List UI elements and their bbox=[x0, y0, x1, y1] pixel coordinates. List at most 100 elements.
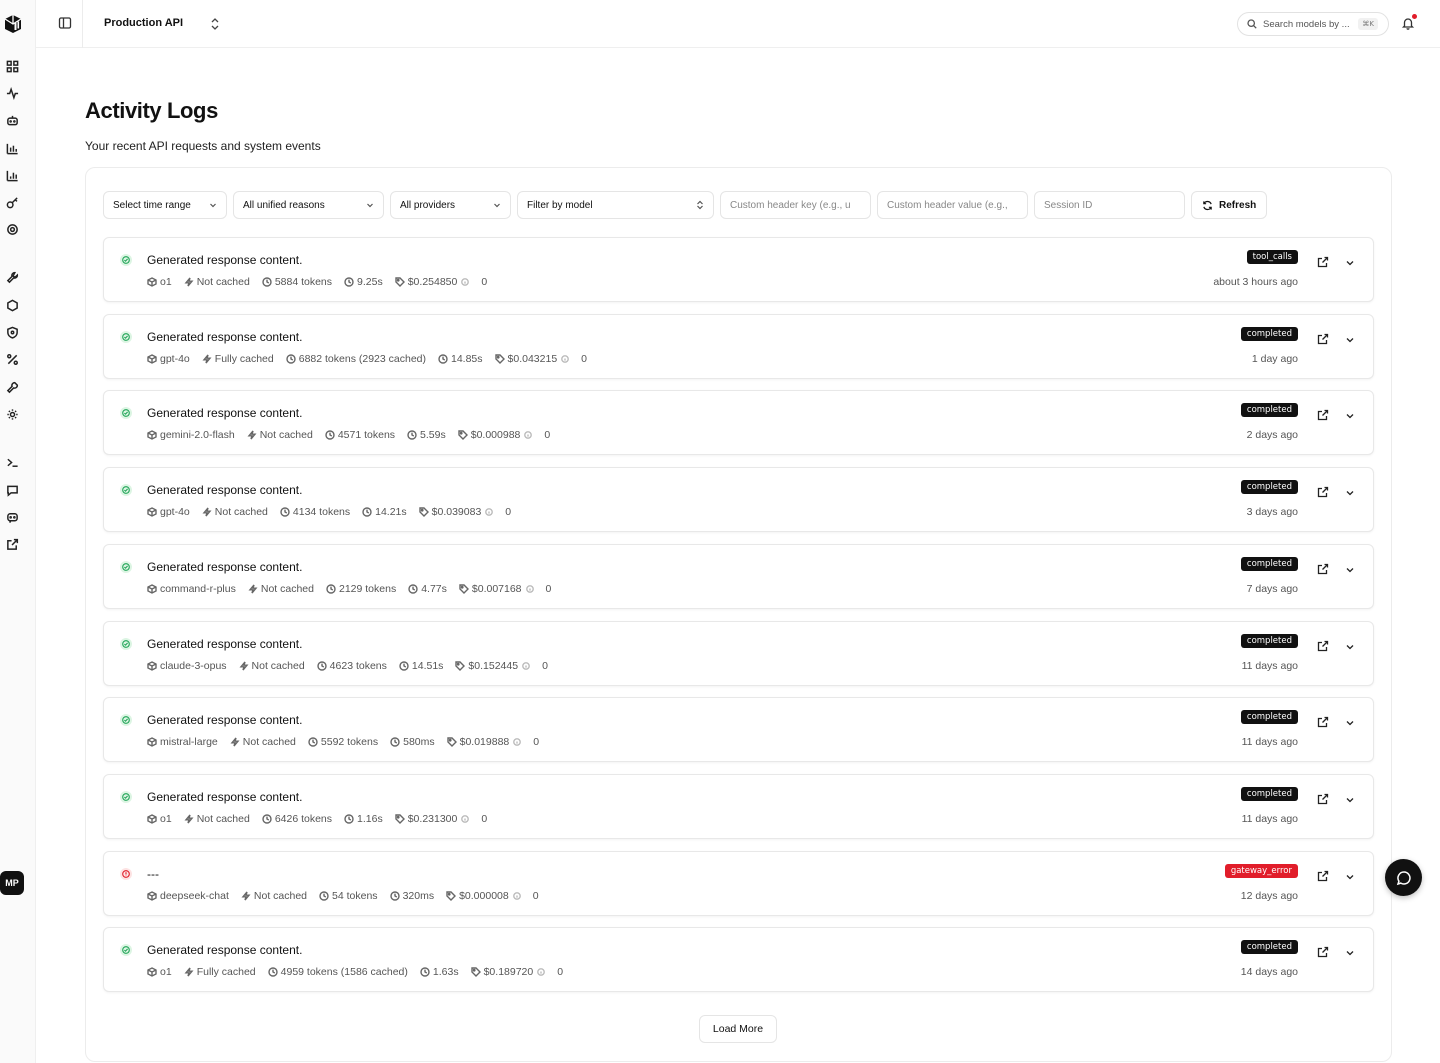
chat-button[interactable] bbox=[1385, 859, 1422, 896]
sidebar-item-chart[interactable] bbox=[5, 168, 19, 182]
chevron-down-icon[interactable] bbox=[1345, 718, 1355, 728]
chevron-down-icon[interactable] bbox=[1345, 642, 1355, 652]
token-count: 2129 tokens bbox=[338, 582, 397, 595]
sidebar-item-settings[interactable] bbox=[5, 222, 19, 236]
chevron-down-icon[interactable] bbox=[1345, 411, 1355, 421]
external-link-icon[interactable] bbox=[1317, 563, 1329, 575]
external-link-icon[interactable] bbox=[1317, 409, 1329, 421]
log-entry[interactable]: Generated response content. o1 Not cached 5… bbox=[103, 237, 1374, 302]
sidebar-item-wrench[interactable] bbox=[5, 270, 19, 284]
external-link-icon[interactable] bbox=[1317, 946, 1329, 958]
sidebar-item-dashboard[interactable] bbox=[5, 59, 19, 73]
cache-status: Fully cached bbox=[214, 352, 274, 365]
avatar[interactable]: MP bbox=[0, 871, 24, 895]
info-icon[interactable] bbox=[524, 431, 533, 440]
time-range-select[interactable]: Select time range bbox=[103, 191, 227, 219]
sidebar-item-bar-chart[interactable] bbox=[5, 141, 19, 155]
chevron-down-icon[interactable] bbox=[1345, 795, 1355, 805]
unified-reasons-select[interactable]: All unified reasons bbox=[233, 191, 384, 219]
chevron-down-icon[interactable] bbox=[1345, 565, 1355, 575]
chevron-down-icon[interactable] bbox=[1345, 335, 1355, 345]
bolt-icon bbox=[202, 354, 212, 364]
sidebar-item-external-link[interactable] bbox=[5, 537, 19, 551]
log-entry[interactable]: Generated response content. o1 Not cached 6… bbox=[103, 773, 1374, 839]
info-icon[interactable] bbox=[485, 508, 494, 516]
providers-select[interactable]: All providers bbox=[390, 191, 511, 219]
sidebar-item-message[interactable] bbox=[5, 483, 19, 497]
external-link-icon[interactable] bbox=[1317, 870, 1329, 882]
log-extra-count: 0 bbox=[545, 582, 552, 595]
sidebar-item-bot[interactable] bbox=[5, 113, 19, 127]
duration: 1.63s bbox=[432, 966, 459, 979]
alert-circle-icon bbox=[122, 869, 130, 878]
session-id-input[interactable]: Session ID bbox=[1034, 191, 1185, 219]
external-link-icon[interactable] bbox=[1317, 333, 1329, 345]
log-title: Generated response content. bbox=[147, 253, 303, 267]
page-subtitle: Your recent API requests and system even… bbox=[85, 139, 321, 153]
log-extra-count: 0 bbox=[542, 659, 548, 672]
check-circle-icon bbox=[122, 946, 130, 955]
chevron-down-icon[interactable] bbox=[1345, 488, 1355, 498]
info-icon[interactable] bbox=[525, 584, 534, 593]
log-entry[interactable]: Generated response content. gpt-4o Not cac… bbox=[103, 467, 1374, 533]
model-label: Filter by model bbox=[527, 199, 593, 211]
duration: 1.16s bbox=[357, 812, 383, 825]
sidebar-item-terminal[interactable] bbox=[5, 455, 19, 469]
search-input[interactable]: Search models by ... ⌘K bbox=[1237, 12, 1389, 36]
log-entry[interactable]: Generated response content. o1 Fully cache… bbox=[103, 927, 1374, 993]
header-key-input[interactable]: Custom header key (e.g., u bbox=[720, 191, 871, 219]
load-more-button[interactable]: Load More bbox=[699, 1015, 777, 1043]
external-link-icon[interactable] bbox=[1317, 793, 1329, 805]
log-entry[interactable]: Generated response content. claude-3-opus… bbox=[103, 620, 1374, 686]
external-link-icon[interactable] bbox=[1317, 640, 1329, 652]
model-name: gpt-4o bbox=[160, 506, 190, 519]
chevron-down-icon[interactable] bbox=[1345, 948, 1355, 958]
sidebar-item-percent[interactable] bbox=[5, 352, 19, 366]
sidebar-item-hexagon[interactable] bbox=[5, 298, 19, 312]
external-link-icon[interactable] bbox=[1317, 716, 1329, 728]
log-entry[interactable]: Generated response content. gemini-2.0-fl… bbox=[103, 390, 1374, 456]
bolt-icon bbox=[184, 967, 194, 977]
log-cost: $0.000008 bbox=[446, 890, 521, 902]
chevron-up-down-icon[interactable] bbox=[210, 17, 220, 31]
info-icon[interactable] bbox=[512, 891, 521, 900]
external-link-icon[interactable] bbox=[1317, 486, 1329, 498]
timer-icon bbox=[438, 353, 448, 364]
sidebar-item-tool[interactable] bbox=[5, 380, 19, 394]
sidebar-item-cog[interactable] bbox=[5, 407, 19, 421]
cache-status: Not cached bbox=[196, 276, 250, 288]
sidebar-item-activity[interactable] bbox=[5, 86, 19, 100]
log-duration: 1.63s bbox=[420, 966, 459, 978]
external-link-icon[interactable] bbox=[1317, 256, 1329, 268]
sidebar-item-chat-bot[interactable] bbox=[5, 510, 19, 524]
duration: 14.51s bbox=[411, 659, 444, 672]
chevron-down-icon[interactable] bbox=[1345, 872, 1355, 882]
cube-logo-icon[interactable] bbox=[4, 14, 22, 34]
log-entry[interactable]: --- deepseek-chat Not cached 54 tokens 320ms… bbox=[103, 850, 1374, 916]
log-entry[interactable]: Generated response content. gpt-4o Fully c… bbox=[103, 313, 1374, 379]
sidebar-toggle-icon[interactable] bbox=[58, 16, 72, 30]
info-icon[interactable] bbox=[461, 278, 470, 286]
info-icon[interactable] bbox=[561, 354, 570, 363]
header-value-input[interactable]: Custom header value (e.g., bbox=[877, 191, 1028, 219]
log-cache: Not cached bbox=[184, 813, 250, 825]
chevron-down-icon[interactable] bbox=[1345, 258, 1355, 268]
log-duration: 580ms bbox=[390, 736, 435, 748]
info-icon[interactable] bbox=[537, 968, 546, 977]
cache-status: Not cached bbox=[242, 736, 296, 749]
project-selector[interactable]: Production API bbox=[104, 17, 183, 29]
providers-label: All providers bbox=[400, 199, 456, 211]
model-select[interactable]: Filter by model bbox=[517, 191, 714, 219]
sidebar-item-key[interactable] bbox=[5, 195, 19, 209]
timer-icon bbox=[420, 967, 430, 977]
info-icon[interactable] bbox=[461, 814, 470, 823]
info-icon[interactable] bbox=[513, 738, 522, 747]
log-title: Generated response content. bbox=[147, 559, 303, 574]
log-entry[interactable]: Generated response content. mistral-large… bbox=[103, 697, 1374, 763]
log-entry[interactable]: Generated response content. command-r-plu… bbox=[103, 543, 1374, 609]
refresh-button[interactable]: Refresh bbox=[1191, 191, 1267, 219]
page-title: Activity Logs bbox=[85, 98, 218, 123]
token-count: 4959 tokens (1586 cached) bbox=[280, 966, 408, 979]
sidebar-item-shield[interactable] bbox=[5, 325, 19, 339]
info-icon[interactable] bbox=[522, 661, 530, 670]
